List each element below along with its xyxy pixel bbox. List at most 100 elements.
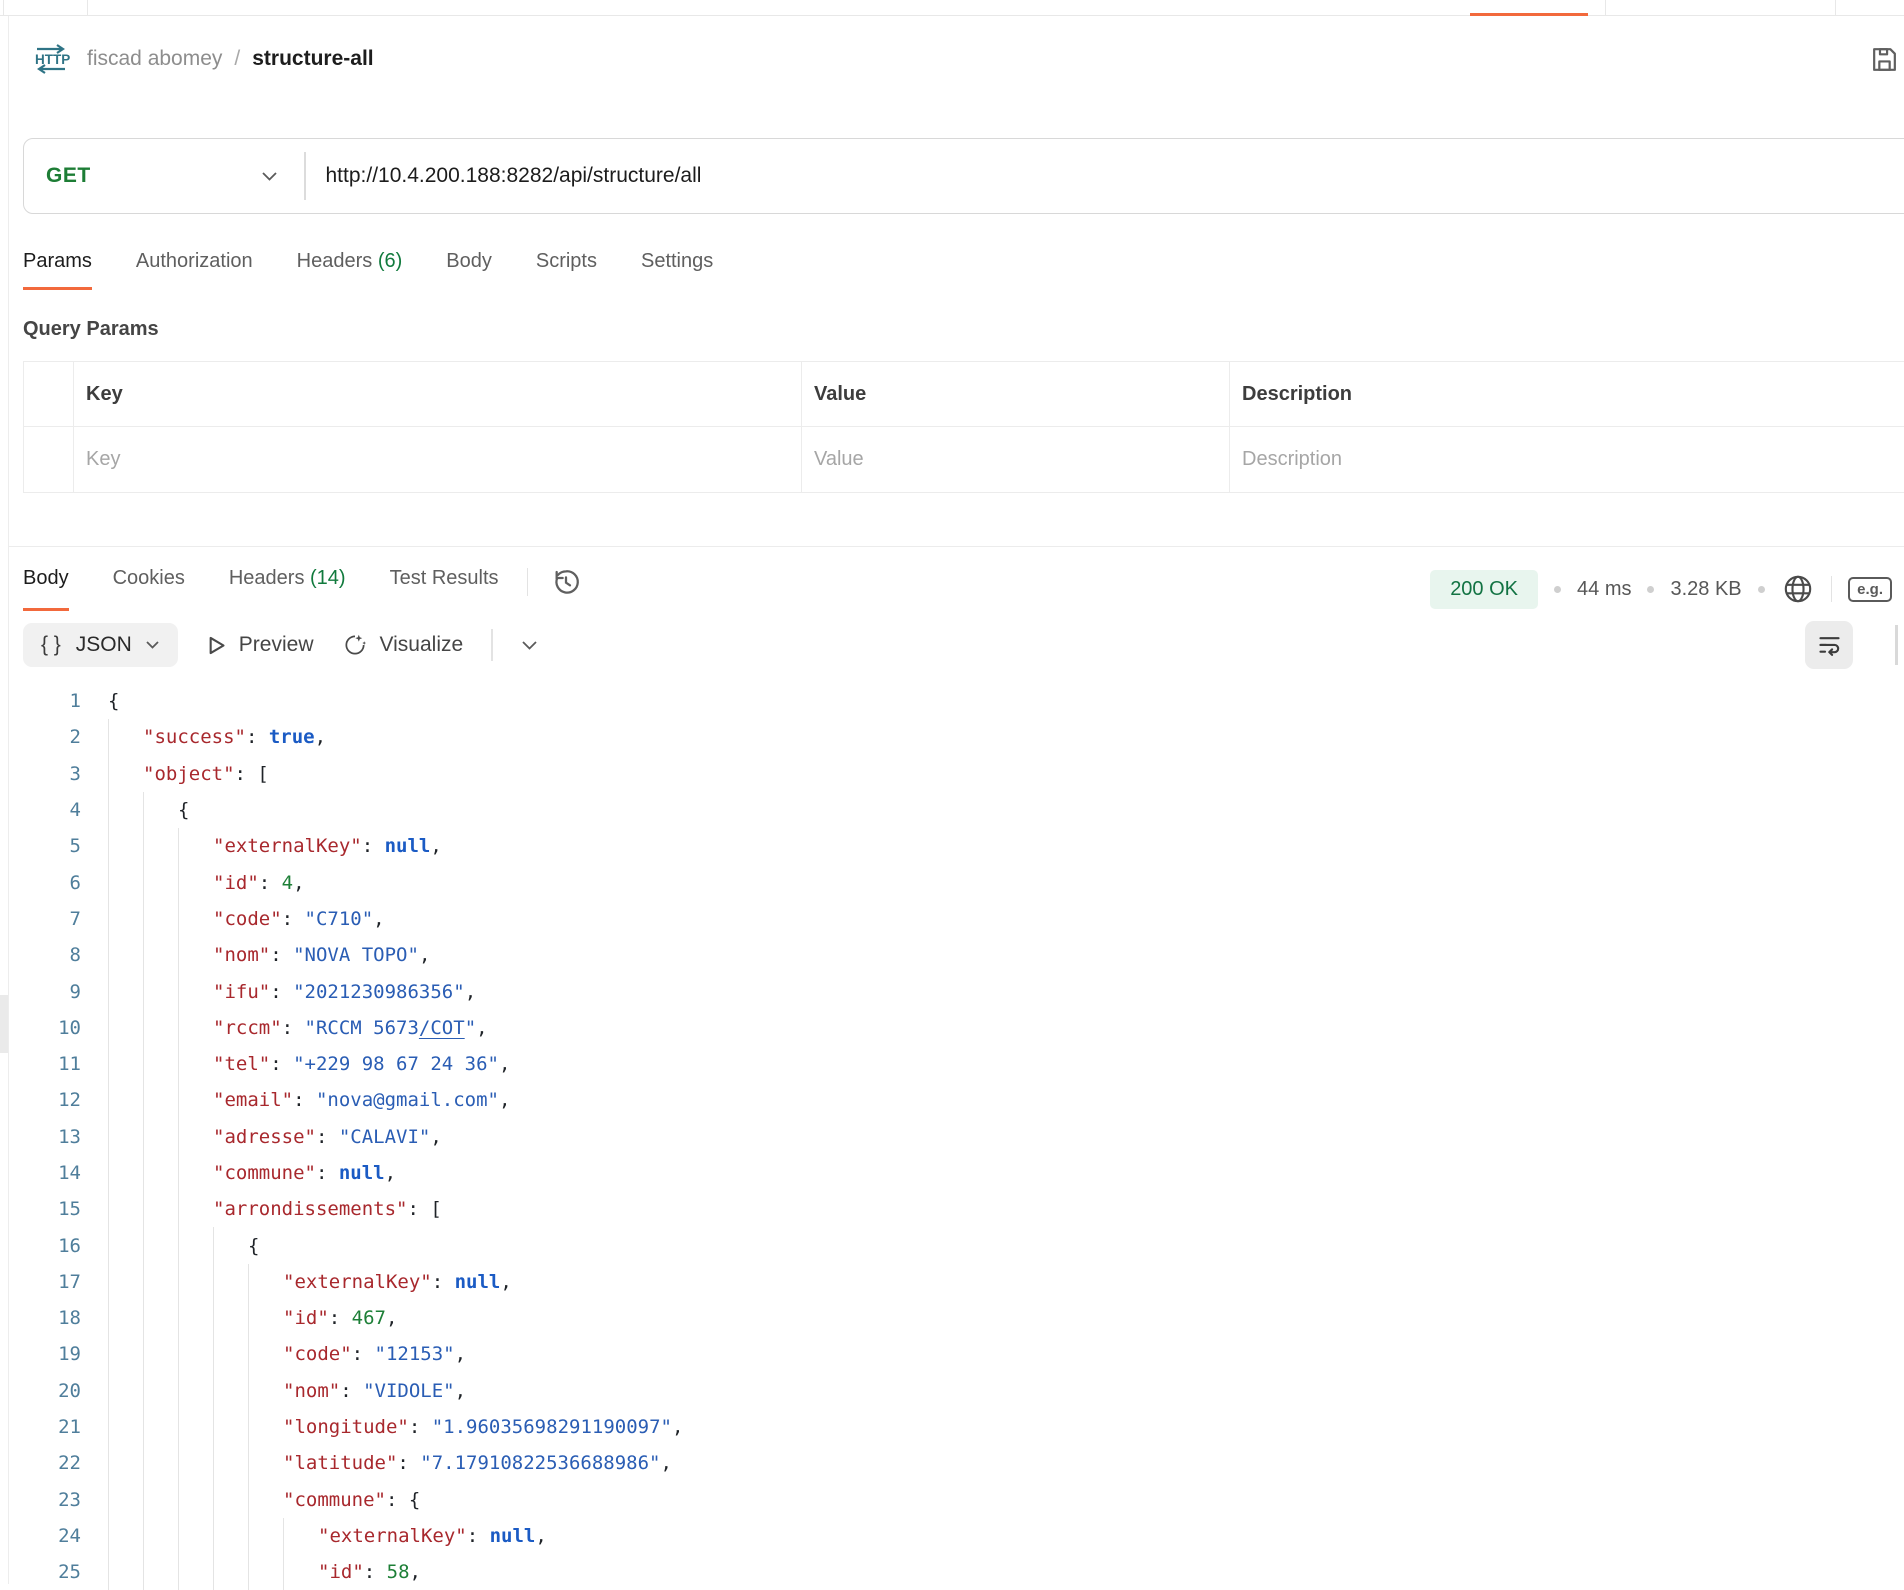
code-line: 22"latitude": "7.17910822536688986", bbox=[9, 1445, 1904, 1481]
save-icon[interactable] bbox=[1869, 44, 1900, 75]
code-line: 8"nom": "NOVA TOPO", bbox=[9, 937, 1904, 973]
dot-separator bbox=[1647, 586, 1654, 593]
code-line: 18"id": 467, bbox=[9, 1300, 1904, 1336]
response-tab-headers[interactable]: Headers (14) bbox=[229, 567, 346, 611]
column-header-key: Key bbox=[74, 362, 802, 427]
line-number: 13 bbox=[9, 1126, 81, 1148]
code-line: 1{ bbox=[9, 683, 1904, 719]
line-number: 2 bbox=[9, 726, 81, 748]
line-number: 5 bbox=[9, 835, 81, 857]
response-time: 44 ms bbox=[1577, 578, 1631, 601]
code-line: 19"code": "12153", bbox=[9, 1336, 1904, 1372]
request-tab-settings[interactable]: Settings bbox=[641, 250, 713, 290]
method-selector[interactable]: GET bbox=[24, 164, 304, 188]
method-label: GET bbox=[46, 164, 91, 188]
request-tab-headers[interactable]: Headers (6) bbox=[297, 250, 403, 290]
svg-text:HTTP: HTTP bbox=[35, 52, 70, 67]
code-line: 11"tel": "+229 98 67 24 36", bbox=[9, 1046, 1904, 1082]
code-line: 2"success": true, bbox=[9, 719, 1904, 755]
line-number: 6 bbox=[9, 872, 81, 894]
request-tab-body[interactable]: Body bbox=[446, 250, 492, 290]
code-line: 16{ bbox=[9, 1227, 1904, 1263]
wrap-text-button[interactable] bbox=[1805, 621, 1853, 669]
line-number: 8 bbox=[9, 944, 81, 966]
response-tabs: Body Cookies Headers (14) Test Results bbox=[23, 567, 499, 611]
code-line: 12"email": "nova@gmail.com", bbox=[9, 1082, 1904, 1118]
code-line: 9"ifu": "2021230986356", bbox=[9, 973, 1904, 1009]
url-bar: GET http://10.4.200.188:8282/api/structu… bbox=[23, 138, 1904, 214]
http-method-icon: HTTP bbox=[31, 42, 71, 76]
dot-separator bbox=[1554, 586, 1561, 593]
save-as-example-icon[interactable]: e.g. bbox=[1848, 577, 1892, 602]
braces-icon: { } bbox=[41, 633, 63, 657]
status-badge: 200 OK bbox=[1430, 570, 1538, 609]
request-header: HTTP fiscad abomey / structure-all S bbox=[23, 38, 1904, 80]
response-tab-body[interactable]: Body bbox=[23, 567, 69, 611]
line-number: 10 bbox=[9, 1017, 81, 1039]
code-line: 3"object": [ bbox=[9, 756, 1904, 792]
line-number: 14 bbox=[9, 1162, 81, 1184]
breadcrumb-collection[interactable]: fiscad abomey bbox=[87, 47, 222, 71]
line-number: 4 bbox=[9, 799, 81, 821]
line-number: 16 bbox=[9, 1235, 81, 1257]
response-section: Body Cookies Headers (14) Test Results 200 … bbox=[9, 546, 1904, 1590]
line-number: 25 bbox=[9, 1561, 81, 1583]
format-selector[interactable]: { } JSON bbox=[23, 623, 178, 667]
line-number: 12 bbox=[9, 1089, 81, 1111]
code-line: 6"id": 4, bbox=[9, 864, 1904, 900]
param-input-value[interactable]: Value bbox=[802, 427, 1230, 492]
request-tab-authorization[interactable]: Authorization bbox=[136, 250, 253, 290]
url-input[interactable]: http://10.4.200.188:8282/api/structure/a… bbox=[306, 164, 702, 188]
line-number: 15 bbox=[9, 1198, 81, 1220]
request-tabs: Params Authorization Headers (6) Body Script… bbox=[23, 250, 1904, 290]
query-params-heading: Query Params bbox=[23, 318, 1904, 341]
column-header-value: Value bbox=[802, 362, 1230, 427]
response-tab-cookies[interactable]: Cookies bbox=[113, 567, 185, 611]
param-select-column-header bbox=[24, 362, 74, 427]
code-line: 23"commune": { bbox=[9, 1482, 1904, 1518]
code-line: 7"code": "C710", bbox=[9, 901, 1904, 937]
request-name[interactable]: structure-all bbox=[252, 47, 373, 71]
code-line: 20"nom": "VIDOLE", bbox=[9, 1373, 1904, 1409]
response-tab-test-results[interactable]: Test Results bbox=[390, 567, 499, 611]
line-number: 22 bbox=[9, 1452, 81, 1474]
line-number: 21 bbox=[9, 1416, 81, 1438]
line-number: 9 bbox=[9, 981, 81, 1003]
code-line: 15"arrondissements": [ bbox=[9, 1191, 1904, 1227]
preview-button[interactable]: Preview bbox=[206, 633, 314, 657]
line-number: 7 bbox=[9, 908, 81, 930]
response-size: 3.28 KB bbox=[1670, 578, 1741, 601]
code-line: 24"externalKey": null, bbox=[9, 1518, 1904, 1554]
visualize-button[interactable]: Visualize bbox=[342, 632, 464, 658]
code-line: 25"id": 58, bbox=[9, 1554, 1904, 1590]
network-globe-icon[interactable] bbox=[1781, 572, 1815, 606]
query-params-table: KeyValueDescriptionKeyValueDescription bbox=[23, 361, 1904, 493]
response-history-icon[interactable] bbox=[550, 566, 582, 598]
code-line: 10"rccm": "RCCM 5673/COT", bbox=[9, 1010, 1904, 1046]
request-tab-scripts[interactable]: Scripts bbox=[536, 250, 597, 290]
param-input-key[interactable]: Key bbox=[74, 427, 802, 492]
chevron-down-icon bbox=[261, 171, 278, 182]
line-number: 24 bbox=[9, 1525, 81, 1547]
code-line: 17"externalKey": null, bbox=[9, 1264, 1904, 1300]
code-line: 4{ bbox=[9, 792, 1904, 828]
format-label: JSON bbox=[76, 633, 132, 657]
request-tab-params[interactable]: Params bbox=[23, 250, 92, 290]
param-input-description[interactable]: Description bbox=[1230, 427, 1904, 492]
line-number: 11 bbox=[9, 1053, 81, 1075]
preview-play-icon bbox=[206, 635, 227, 656]
toolbar-edge-divider bbox=[1895, 625, 1898, 665]
viewer-more-chevron-icon[interactable] bbox=[521, 640, 538, 651]
param-row-checkbox[interactable] bbox=[24, 427, 74, 492]
visualize-wand-icon bbox=[342, 632, 368, 658]
line-number: 17 bbox=[9, 1271, 81, 1293]
dot-separator bbox=[1758, 586, 1765, 593]
line-number: 1 bbox=[9, 690, 81, 712]
line-number: 23 bbox=[9, 1489, 81, 1511]
left-scroll-handle[interactable] bbox=[0, 995, 8, 1053]
line-number: 18 bbox=[9, 1307, 81, 1329]
workspace-tab-bar bbox=[0, 0, 1904, 16]
line-number: 3 bbox=[9, 763, 81, 785]
breadcrumb: fiscad abomey / structure-all bbox=[87, 47, 374, 71]
response-viewer-toolbar: { } JSON Preview Visualize bbox=[9, 611, 1904, 675]
